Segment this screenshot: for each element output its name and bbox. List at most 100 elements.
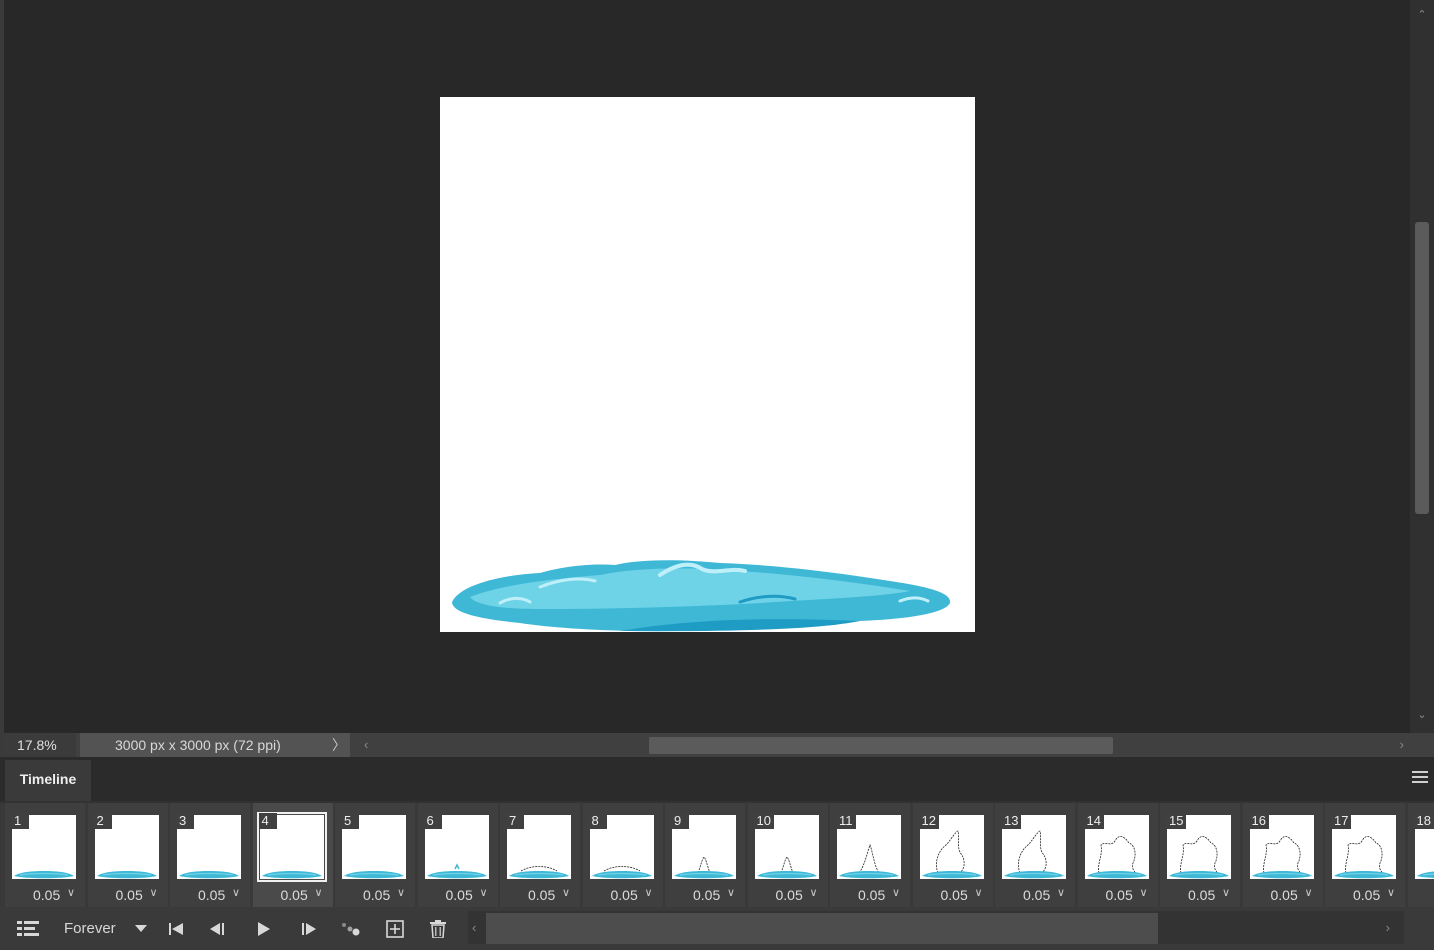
timeline-panel: Timeline 1 0.05 ∨ 2 0.05 ∨ 3 0.05 ∨ 4 0.05 ∨ 5 0.05 ∨ 6… — [0, 757, 1434, 950]
loop-dropdown-icon[interactable] — [132, 907, 150, 950]
tab-timeline[interactable]: Timeline — [5, 760, 91, 801]
next-frame-icon[interactable] — [296, 907, 320, 950]
timeline-scroll-left-icon[interactable]: ‹ — [472, 911, 476, 944]
frame-number: 2 — [93, 813, 112, 829]
frame-number: 9 — [671, 813, 689, 829]
frame-delay[interactable]: 0.05 — [1353, 887, 1380, 903]
loop-option-select[interactable]: Forever — [64, 907, 116, 950]
frame-delay-dropdown-icon[interactable]: ∨ — [1222, 886, 1230, 899]
animation-frame[interactable]: 14 0.05 ∨ — [1077, 803, 1158, 907]
frame-number: 8 — [588, 813, 607, 829]
animation-frame[interactable]: 11 0.05 ∨ — [830, 803, 910, 907]
frame-delay[interactable]: 0.05 — [1188, 887, 1215, 903]
frame-delay-dropdown-icon[interactable]: ∨ — [1387, 886, 1395, 899]
animation-frame[interactable]: 9 0.05 ∨ — [665, 803, 745, 907]
frame-number: 6 — [423, 813, 442, 829]
status-bar: 17.8% 3000 px x 3000 px (72 ppi) 〉 ‹ › — [4, 733, 1434, 757]
convert-to-video-timeline-icon[interactable] — [14, 907, 42, 950]
first-frame-icon[interactable] — [164, 907, 188, 950]
document-workspace: ⌃ ⌄ — [0, 0, 1434, 733]
timeline-scroll-right-icon[interactable]: › — [1386, 911, 1390, 944]
animation-frame[interactable]: 7 0.05 ∨ — [500, 803, 580, 907]
animation-frame[interactable]: 18 — [1407, 803, 1434, 907]
frame-number: 7 — [506, 813, 524, 829]
frame-delay-dropdown-icon[interactable]: ∨ — [315, 886, 323, 899]
frame-delay[interactable]: 0.05 — [116, 887, 143, 903]
frame-delay-dropdown-icon[interactable]: ∨ — [810, 886, 818, 899]
scroll-down-icon[interactable]: ⌄ — [1410, 708, 1434, 721]
frame-number: 1 — [11, 813, 29, 829]
frame-delay[interactable]: 0.05 — [693, 887, 720, 903]
animation-frame[interactable]: 10 0.05 ∨ — [747, 803, 828, 907]
frame-delay-dropdown-icon[interactable]: ∨ — [892, 886, 900, 899]
frame-delay[interactable]: 0.05 — [776, 887, 803, 903]
frame-delay-dropdown-icon[interactable]: ∨ — [232, 886, 240, 899]
frame-delay[interactable]: 0.05 — [446, 887, 473, 903]
frame-delay[interactable]: 0.05 — [528, 887, 555, 903]
frame-delay-dropdown-icon[interactable]: ∨ — [1140, 886, 1148, 899]
duplicate-frame-icon[interactable] — [383, 907, 407, 950]
frame-delay[interactable]: 0.05 — [941, 887, 968, 903]
play-icon[interactable] — [252, 907, 276, 950]
frame-delay[interactable]: 0.05 — [1023, 887, 1050, 903]
previous-frame-icon[interactable] — [206, 907, 230, 950]
frame-delay[interactable]: 0.05 — [611, 887, 638, 903]
frame-delay[interactable]: 0.05 — [281, 887, 308, 903]
animation-frame[interactable]: 15 0.05 ∨ — [1160, 803, 1240, 907]
frame-number: 4 — [258, 813, 277, 829]
frame-delay-dropdown-icon[interactable]: ∨ — [645, 886, 653, 899]
animation-frame[interactable]: 4 0.05 ∨ — [252, 803, 333, 907]
frame-delay-dropdown-icon[interactable]: ∨ — [1057, 886, 1065, 899]
animation-frame[interactable]: 8 0.05 ∨ — [582, 803, 663, 907]
frame-delay[interactable]: 0.05 — [198, 887, 225, 903]
animation-frame[interactable]: 6 0.05 ∨ — [417, 803, 498, 907]
frame-delay[interactable]: 0.05 — [858, 887, 885, 903]
left-panel-edge — [0, 0, 4, 760]
frame-number: 12 — [918, 813, 939, 829]
panel-tab-bar: Timeline — [0, 757, 1434, 801]
vertical-scroll-thumb[interactable] — [1415, 222, 1429, 514]
timeline-scroll-thumb[interactable] — [486, 913, 1158, 944]
frame-delay-dropdown-icon[interactable]: ∨ — [727, 886, 735, 899]
tween-icon[interactable] — [338, 907, 364, 950]
frame-delay-dropdown-icon[interactable]: ∨ — [975, 886, 983, 899]
animation-frame[interactable]: 2 0.05 ∨ — [87, 803, 168, 907]
frame-delay-dropdown-icon[interactable]: ∨ — [150, 886, 158, 899]
frame-delay[interactable]: 0.05 — [33, 887, 60, 903]
animation-frame[interactable]: 12 0.05 ∨ — [912, 803, 993, 907]
animation-frame[interactable]: 5 0.05 ∨ — [335, 803, 415, 907]
frame-number: 10 — [753, 813, 774, 829]
animation-frame[interactable]: 3 0.05 ∨ — [170, 803, 250, 907]
frame-number: 15 — [1166, 813, 1187, 829]
animation-frame[interactable]: 13 0.05 ∨ — [995, 803, 1075, 907]
frame-number: 11 — [836, 813, 856, 829]
frame-delay-dropdown-icon[interactable]: ∨ — [67, 886, 75, 899]
animation-frame[interactable]: 1 0.05 ∨ — [5, 803, 85, 907]
scroll-up-icon[interactable]: ⌃ — [1410, 8, 1434, 21]
zoom-level[interactable]: 17.8% — [4, 733, 76, 757]
vertical-scrollbar[interactable]: ⌃ ⌄ — [1410, 0, 1434, 733]
horizontal-scrollbar[interactable]: ‹ › — [356, 733, 1408, 757]
frame-delay-dropdown-icon[interactable]: ∨ — [480, 886, 488, 899]
timeline-scrollbar[interactable]: ‹ › — [468, 911, 1404, 944]
frame-delay[interactable]: 0.05 — [1106, 887, 1133, 903]
frame-delay-dropdown-icon[interactable]: ∨ — [562, 886, 570, 899]
frame-strip: 1 0.05 ∨ 2 0.05 ∨ 3 0.05 ∨ 4 0.05 ∨ 5 0.05 ∨ 6 0.05 ∨ 7 0.0… — [0, 803, 1434, 907]
frame-delay[interactable]: 0.05 — [363, 887, 390, 903]
document-info-chevron-icon[interactable]: 〉 — [332, 733, 346, 757]
document-canvas[interactable] — [440, 97, 975, 632]
document-info[interactable]: 3000 px x 3000 px (72 ppi) 〉 — [80, 733, 350, 757]
panel-menu-icon[interactable] — [1412, 771, 1428, 785]
animation-frame[interactable]: 17 0.05 ∨ — [1325, 803, 1405, 907]
frame-number: 14 — [1083, 813, 1104, 829]
horizontal-scroll-thumb[interactable] — [649, 737, 1113, 754]
document-info-text: 3000 px x 3000 px (72 ppi) — [115, 737, 281, 753]
scroll-left-icon[interactable]: ‹ — [364, 733, 368, 757]
delete-frame-icon[interactable] — [426, 907, 450, 950]
animation-frame[interactable]: 16 0.05 ∨ — [1242, 803, 1323, 907]
scroll-right-icon[interactable]: › — [1400, 733, 1404, 757]
frame-delay-dropdown-icon[interactable]: ∨ — [397, 886, 405, 899]
frame-delay[interactable]: 0.05 — [1271, 887, 1298, 903]
frame-number: 3 — [176, 813, 194, 829]
frame-delay-dropdown-icon[interactable]: ∨ — [1305, 886, 1313, 899]
